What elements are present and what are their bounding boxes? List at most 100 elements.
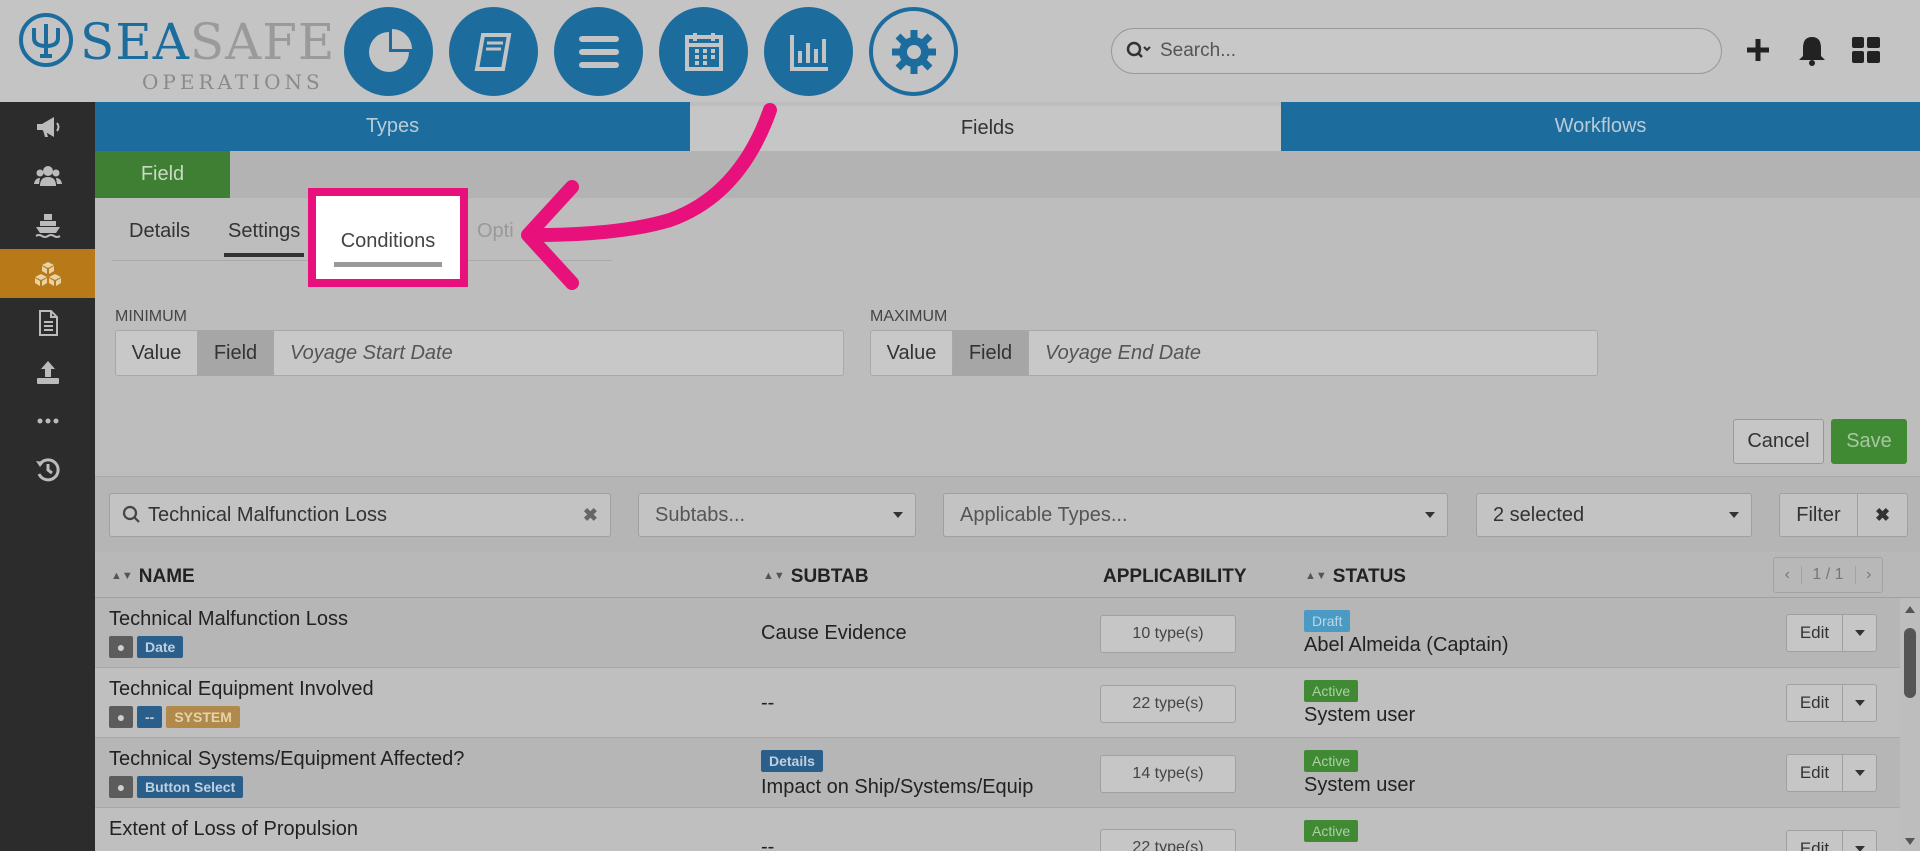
edit-button[interactable]: Edit xyxy=(1787,685,1843,721)
table-scrollbar[interactable] xyxy=(1900,598,1920,851)
edit-dropdown-button[interactable] xyxy=(1843,615,1876,651)
list-icon xyxy=(578,35,619,68)
sidebar-item-documents[interactable] xyxy=(0,298,95,347)
tab-field[interactable]: Field xyxy=(95,151,230,198)
row-field-name[interactable]: Technical Systems/Equipment Affected? xyxy=(109,748,464,771)
clear-search-icon[interactable]: ✖ xyxy=(583,505,598,526)
column-header-name[interactable]: ▲▼ NAME xyxy=(111,566,195,588)
scroll-down-icon[interactable] xyxy=(1905,838,1915,845)
nav-settings-button[interactable] xyxy=(869,7,958,96)
status-badge: Active xyxy=(1304,680,1359,702)
calendar-icon xyxy=(684,32,723,71)
sidebar-item-more[interactable] xyxy=(0,396,95,445)
row-subtab: -- xyxy=(761,836,775,851)
scroll-thumb[interactable] xyxy=(1904,628,1916,698)
minimum-value-toggle[interactable]: Value xyxy=(116,331,198,375)
field-search-input[interactable]: Technical Malfunction Loss ✖ xyxy=(109,493,611,537)
row-subtab: Cause Evidence xyxy=(761,622,907,644)
sidebar-item-upload[interactable] xyxy=(0,347,95,396)
nav-dashboard-button[interactable] xyxy=(344,7,433,96)
applicability-button[interactable]: 14 type(s) xyxy=(1100,755,1236,793)
table-row[interactable]: Technical Equipment Involved ● -- SYSTEM… xyxy=(95,668,1900,738)
sidebar-item-configuration[interactable] xyxy=(0,249,95,298)
chevron-down-icon xyxy=(1854,846,1865,851)
clear-filter-icon[interactable]: ✖ xyxy=(1858,505,1907,526)
edit-button[interactable]: Edit xyxy=(1787,615,1843,651)
plus-icon xyxy=(1747,39,1769,61)
sort-icon: ▲▼ xyxy=(763,570,785,582)
edit-dropdown-button[interactable] xyxy=(1843,755,1876,791)
minimum-field-toggle[interactable]: Field xyxy=(198,331,274,375)
edit-dropdown-button[interactable] xyxy=(1843,685,1876,721)
table-row[interactable]: Technical Systems/Equipment Affected? ● … xyxy=(95,738,1900,808)
status-badge: Active xyxy=(1304,820,1359,842)
notifications-button[interactable] xyxy=(1792,30,1832,70)
cancel-button[interactable]: Cancel xyxy=(1733,419,1824,464)
nav-list-button[interactable] xyxy=(554,7,643,96)
edit-dropdown-button[interactable] xyxy=(1843,831,1876,851)
subtab-details[interactable]: Details xyxy=(129,220,190,253)
field-type-badge: -- xyxy=(137,706,163,728)
save-button[interactable]: Save xyxy=(1831,419,1907,464)
row-field-name[interactable]: Technical Equipment Involved xyxy=(109,678,374,701)
maximum-field-toggle[interactable]: Field xyxy=(953,331,1029,375)
grid-icon xyxy=(1852,37,1880,63)
subtabs-select[interactable]: Subtabs... xyxy=(638,493,916,537)
chevron-down-icon xyxy=(1854,770,1865,776)
global-search[interactable] xyxy=(1111,28,1722,74)
applicability-button[interactable]: 22 type(s) xyxy=(1100,829,1236,851)
applicability-button[interactable]: 22 type(s) xyxy=(1100,685,1236,723)
edit-button[interactable]: Edit xyxy=(1787,831,1843,851)
sidebar-item-users[interactable] xyxy=(0,151,95,200)
minimum-field-input[interactable]: Voyage Start Date xyxy=(274,331,453,375)
row-tags: ● Date xyxy=(109,636,184,658)
nav-logbook-button[interactable] xyxy=(449,7,538,96)
subtab-conditions[interactable]: Conditions xyxy=(316,230,460,253)
tab-workflows[interactable]: Workflows xyxy=(1281,102,1920,151)
row-status-user: System user xyxy=(1304,704,1416,726)
subtab-conditions-underline xyxy=(334,262,442,267)
row-field-name[interactable]: Extent of Loss of Propulsion xyxy=(109,818,358,841)
subtab-conditions-highlight[interactable]: Conditions xyxy=(308,188,468,287)
pie-chart-icon xyxy=(368,28,412,72)
table-row[interactable]: Extent of Loss of Propulsion -- 22 type(… xyxy=(95,808,1900,851)
status-select[interactable]: 2 selected xyxy=(1476,493,1752,537)
more-icon xyxy=(37,418,58,423)
prev-page-icon[interactable]: ‹ xyxy=(1774,566,1801,584)
next-page-icon[interactable]: › xyxy=(1856,566,1883,584)
sort-icon: ▲▼ xyxy=(111,570,133,582)
add-button[interactable] xyxy=(1738,30,1778,70)
column-header-status[interactable]: ▲▼ STATUS xyxy=(1305,566,1406,588)
column-header-subtab[interactable]: ▲▼ SUBTAB xyxy=(763,566,869,588)
history-icon xyxy=(35,457,60,481)
row-edit-group: Edit xyxy=(1786,614,1877,652)
column-header-applicability: APPLICABILITY xyxy=(1103,566,1247,587)
maximum-value-toggle[interactable]: Value xyxy=(871,331,953,375)
applicability-button[interactable]: 10 type(s) xyxy=(1100,615,1236,653)
subtab-badge: Details xyxy=(761,750,823,772)
cubes-icon xyxy=(34,261,61,286)
nav-reports-button[interactable] xyxy=(764,7,853,96)
main-tabs: Types Fields Workflows xyxy=(95,102,1920,151)
filter-button[interactable]: Filter xyxy=(1780,494,1858,536)
sidebar-item-announcements[interactable] xyxy=(0,102,95,151)
row-tags: ● Button Select xyxy=(109,776,244,798)
sidebar-item-vessels[interactable] xyxy=(0,200,95,249)
seasafe-logo[interactable]: SEASAFE OPERATIONS xyxy=(18,12,334,94)
applicable-types-select[interactable]: Applicable Types... xyxy=(943,493,1448,537)
table-row[interactable]: Technical Malfunction Loss ● Date Cause … xyxy=(95,598,1900,668)
apps-button[interactable] xyxy=(1846,30,1886,70)
row-field-name[interactable]: Technical Malfunction Loss xyxy=(109,608,348,631)
search-icon xyxy=(1126,41,1151,58)
maximum-label: MAXIMUM xyxy=(870,308,948,325)
nav-calendar-button[interactable] xyxy=(659,7,748,96)
subtab-settings[interactable]: Settings xyxy=(224,220,305,257)
maximum-field-input[interactable]: Voyage End Date xyxy=(1029,331,1201,375)
chevron-down-icon xyxy=(893,512,903,518)
sidebar-item-history[interactable] xyxy=(0,445,95,494)
scroll-up-icon[interactable] xyxy=(1905,606,1915,613)
global-search-input[interactable] xyxy=(1160,40,1680,62)
edit-button[interactable]: Edit xyxy=(1787,755,1843,791)
logo-wordmark: SEASAFE xyxy=(80,13,336,71)
row-edit-group: Edit xyxy=(1786,830,1877,851)
